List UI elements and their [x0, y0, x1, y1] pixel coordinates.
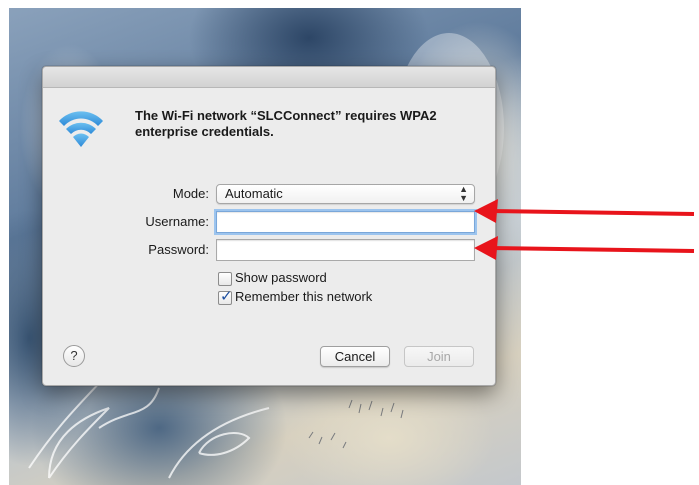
- red-arrow-icon: [474, 199, 695, 223]
- remember-network-checkbox[interactable]: ✓: [218, 288, 233, 305]
- checkmark-icon: ✓: [220, 288, 233, 305]
- red-arrow-icon: [474, 236, 695, 260]
- dialog-message: The Wi-Fi network “SLCConnect” requires …: [135, 108, 437, 139]
- wifi-icon: [59, 111, 103, 147]
- password-label: Password:: [148, 242, 209, 257]
- mode-value: Automatic: [225, 186, 283, 201]
- updown-arrows-icon: ▲ ▼: [459, 184, 468, 203]
- cancel-button[interactable]: Cancel: [320, 346, 390, 367]
- show-password-label: Show password: [235, 270, 327, 285]
- join-button[interactable]: Join: [404, 346, 474, 367]
- username-input[interactable]: [216, 211, 475, 233]
- wifi-credentials-dialog: The Wi-Fi network “SLCConnect” requires …: [42, 66, 496, 386]
- dialog-titlebar[interactable]: [43, 67, 495, 88]
- help-button[interactable]: ?: [63, 345, 85, 367]
- password-input[interactable]: [216, 239, 475, 261]
- mode-select[interactable]: Automatic ▲ ▼: [216, 184, 475, 204]
- show-password-checkbox[interactable]: [218, 272, 232, 286]
- remember-network-label: Remember this network: [235, 289, 373, 304]
- mode-label: Mode:: [172, 186, 209, 201]
- username-label: Username:: [145, 214, 209, 229]
